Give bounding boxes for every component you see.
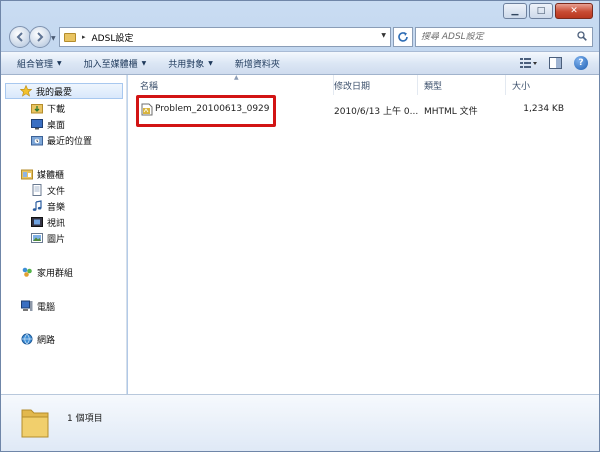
recent-places-icon [31, 136, 43, 146]
arrow-right-icon [37, 32, 44, 42]
pictures-icon [31, 233, 43, 243]
breadcrumb-path[interactable]: ADSL設定 [92, 31, 134, 44]
nav-network[interactable]: 網路 [21, 331, 55, 347]
column-header-label: 名稱 [140, 81, 159, 92]
nav-item-label: 文件 [47, 186, 66, 197]
help-icon: ? [574, 56, 588, 70]
nav-network-label: 網路 [37, 335, 56, 346]
nav-item-label: 音樂 [47, 202, 66, 213]
column-header-label: 大小 [512, 81, 531, 92]
share-with-label: 共用對象 [168, 59, 205, 70]
nav-computer-label: 電腦 [37, 302, 56, 313]
nav-item-label: 視訊 [47, 218, 66, 229]
search-icon[interactable] [577, 31, 587, 41]
include-in-library-menu[interactable]: 加入至媒體櫃 ▼ [78, 54, 153, 72]
command-bar: 組合管理 ▼ 加入至媒體櫃 ▼ 共用對象 ▼ 新增資料夾 ? [1, 51, 599, 75]
window-controls: ▁ □ ✕ [503, 3, 593, 19]
address-dropdown-icon[interactable]: ▼ [381, 32, 386, 39]
folder-icon [21, 409, 49, 438]
nav-item-music[interactable]: 音樂 [31, 198, 65, 214]
address-row: ▼ ▸ ADSL設定 ▼ [1, 23, 599, 51]
column-header-date-modified[interactable]: 修改日期 [328, 75, 418, 95]
nav-libraries[interactable]: 媒體櫃 [21, 166, 64, 182]
desktop-icon [31, 119, 43, 130]
chevron-down-icon: ▼ [141, 59, 147, 67]
file-type: MHTML 文件 [424, 107, 478, 117]
folder-icon [64, 32, 76, 42]
help-button[interactable]: ? [571, 55, 591, 71]
recent-pages-dropdown-icon[interactable]: ▼ [51, 35, 56, 42]
nav-libraries-label: 媒體櫃 [37, 170, 65, 181]
column-header-name[interactable]: 名稱 ▲ [134, 74, 334, 95]
change-view-button[interactable] [519, 55, 539, 71]
details-pane: 1 個項目 [1, 394, 599, 451]
sort-ascending-icon: ▲ [234, 74, 239, 81]
nav-favorites[interactable]: 我的最愛 [5, 83, 123, 99]
search-input[interactable] [421, 32, 571, 42]
nav-item-label: 圖片 [47, 234, 66, 245]
star-icon [20, 85, 32, 97]
breadcrumb-separator-icon[interactable]: ▸ [82, 33, 86, 41]
nav-item-recent-places[interactable]: 最近的位置 [31, 132, 92, 148]
nav-computer[interactable]: 電腦 [21, 298, 55, 314]
nav-item-videos[interactable]: 視訊 [31, 214, 65, 230]
nav-favorites-label: 我的最愛 [36, 87, 73, 98]
maximize-button[interactable]: □ [529, 3, 553, 19]
arrow-left-icon [16, 32, 23, 42]
close-button[interactable]: ✕ [555, 3, 593, 19]
refresh-button[interactable] [393, 27, 413, 47]
homegroup-icon [22, 267, 32, 277]
nav-item-label: 桌面 [47, 120, 66, 131]
nav-item-downloads[interactable]: 下載 [31, 100, 65, 116]
new-folder-label: 新增資料夾 [234, 59, 280, 70]
new-folder-button[interactable]: 新增資料夾 [229, 54, 286, 72]
nav-homegroup-label: 家用群組 [37, 268, 74, 279]
nav-item-label: 下載 [47, 104, 66, 115]
file-name[interactable]: Problem_20100613_0929 [155, 104, 270, 114]
library-icon [21, 169, 33, 180]
file-size: 1,234 KB [523, 104, 564, 114]
navigation-pane: 我的最愛 下載 桌面 最近的位置 媒體櫃 文件 音樂 視訊 圖片 家用群組 電腦… [1, 75, 127, 394]
back-button[interactable] [9, 26, 31, 48]
file-row[interactable]: Problem_20100613_0929 2010/6/13 上午 0... … [128, 101, 599, 119]
refresh-icon [398, 32, 408, 42]
view-controls: ? [519, 55, 591, 71]
address-bar[interactable]: ▸ ADSL設定 ▼ [59, 27, 391, 47]
documents-icon [32, 184, 42, 196]
download-folder-icon [31, 104, 43, 114]
view-list-icon [520, 58, 537, 68]
mhtml-file-icon [141, 103, 153, 116]
preview-pane-button[interactable] [545, 55, 565, 71]
item-count: 1 個項目 [67, 414, 103, 424]
explorer-window: ▁ □ ✕ ▼ ▸ ADSL設定 ▼ 組合管理▼ 加入 [0, 0, 600, 452]
network-icon [21, 333, 33, 345]
file-list-pane: 名稱 ▲ 修改日期 類型 大小 Problem_20100613_0929 20… [128, 74, 599, 394]
include-in-library-label: 加入至媒體櫃 [83, 59, 138, 70]
minimize-button[interactable]: ▁ [503, 3, 527, 19]
chevron-down-icon: ▼ [57, 59, 62, 67]
column-header-label: 修改日期 [334, 81, 371, 92]
nav-item-documents[interactable]: 文件 [31, 182, 65, 198]
column-header-size[interactable]: 大小 [506, 75, 576, 95]
nav-item-label: 最近的位置 [47, 136, 93, 147]
nav-item-pictures[interactable]: 圖片 [31, 230, 65, 246]
search-box[interactable] [415, 27, 593, 47]
computer-icon [21, 300, 33, 311]
file-date-modified: 2010/6/13 上午 0... [334, 107, 419, 117]
column-header-type[interactable]: 類型 [418, 75, 506, 95]
video-film-icon [31, 217, 43, 227]
forward-button[interactable] [29, 26, 51, 48]
nav-item-desktop[interactable]: 桌面 [31, 116, 65, 132]
column-header-label: 類型 [424, 81, 443, 92]
organize-label: 組合管理 [17, 59, 54, 70]
nav-homegroup[interactable]: 家用群組 [21, 264, 73, 280]
music-note-icon [32, 200, 42, 211]
chevron-down-icon: ▼ [208, 59, 213, 67]
title-bar: ▁ □ ✕ [1, 1, 599, 23]
organize-menu[interactable]: 組合管理 ▼ [11, 54, 68, 72]
share-with-menu[interactable]: 共用對象 ▼ [162, 54, 219, 72]
preview-pane-icon [548, 57, 562, 69]
